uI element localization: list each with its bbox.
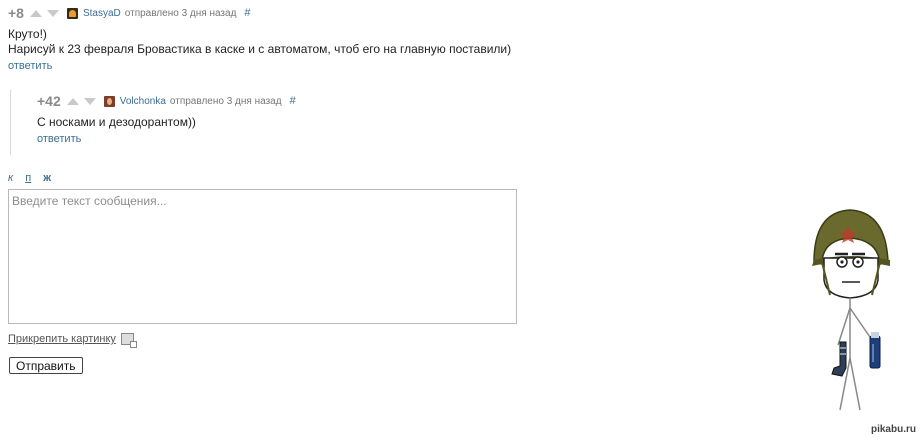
comment-score: +8	[8, 5, 24, 21]
reply-link[interactable]: ответить	[8, 60, 788, 72]
comment-permalink[interactable]: #	[244, 7, 250, 19]
attach-picture-label: Прикрепить картинку	[8, 333, 116, 345]
comment-1: +8 StasyaD отправлено 3 дня назад # Крут…	[8, 4, 788, 72]
italic-button[interactable]: к	[8, 172, 13, 184]
comment-author[interactable]: StasyaD	[83, 8, 121, 19]
comment-text-line: Круто!)	[8, 27, 47, 41]
downvote-icon[interactable]	[46, 9, 59, 17]
bold-button[interactable]: ж	[43, 172, 51, 184]
format-toolbar: к п ж	[8, 172, 60, 184]
submit-button[interactable]: Отправить	[9, 357, 83, 374]
comment-timestamp: отправлено 3 дня назад	[169, 95, 282, 107]
soldier-illustration	[812, 209, 890, 411]
comment-author[interactable]: Volchonka	[120, 96, 166, 107]
comment-text-line: С носками и дезодорантом))	[37, 115, 196, 129]
downvote-icon[interactable]	[83, 97, 96, 105]
reply-link[interactable]: ответить	[37, 133, 697, 145]
comment-text: С носками и дезодорантом))	[37, 115, 697, 130]
picture-icon	[120, 333, 137, 348]
watermark: pikabu.ru	[870, 424, 916, 435]
comment-2: +42 Volchonka отправлено 3 дня назад # С…	[37, 92, 697, 145]
avatar[interactable]	[66, 7, 78, 19]
upvote-icon[interactable]	[29, 9, 42, 17]
comment-2-thread: +42 Volchonka отправлено 3 дня назад # С…	[10, 90, 711, 155]
comment-text-line: Нарисуй к 23 февраля Бровастика в каске …	[8, 42, 512, 56]
comment-header: +8 StasyaD отправлено 3 дня назад #	[8, 4, 788, 22]
comment-text: Круто!) Нарисуй к 23 февраля Бровастика …	[8, 27, 788, 57]
avatar[interactable]	[103, 95, 115, 107]
comment-permalink[interactable]: #	[290, 95, 296, 107]
comment-score: +42	[37, 93, 61, 109]
underline-button[interactable]: п	[25, 172, 31, 184]
message-input[interactable]	[8, 189, 517, 324]
comment-timestamp: отправлено 3 дня назад	[124, 7, 237, 19]
comment-header: +42 Volchonka отправлено 3 дня назад #	[37, 92, 697, 110]
upvote-icon[interactable]	[66, 97, 79, 105]
attach-picture-link[interactable]: Прикрепить картинку	[8, 333, 137, 348]
